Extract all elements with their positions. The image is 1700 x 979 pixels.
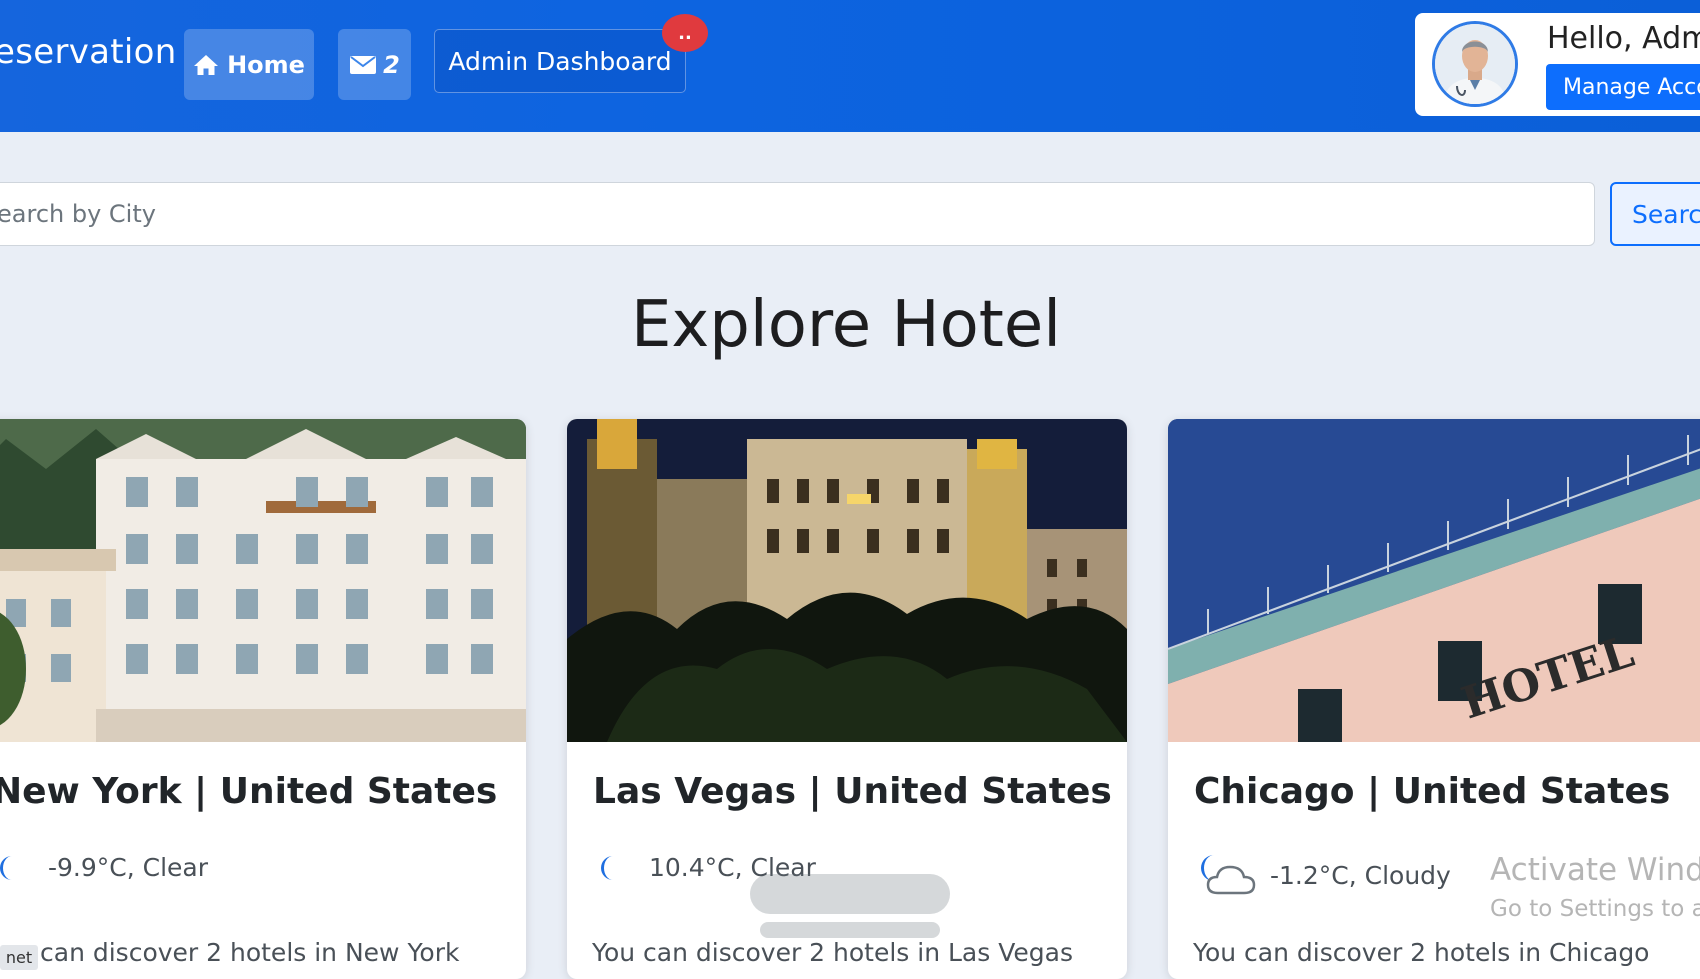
weather-info: -1.2°C, Cloudy (1198, 853, 1451, 897)
brand-title[interactable]: eservation (0, 32, 177, 72)
card-title: Las Vegas | United States (593, 771, 1112, 812)
notification-badge: .. (662, 14, 708, 52)
envelope-icon (350, 55, 377, 74)
manage-account-button[interactable]: Manage Acco (1546, 64, 1700, 110)
page-title: Explore Hotel (630, 288, 1062, 362)
weather-text: -9.9°C, Clear (48, 853, 209, 882)
city-search-input[interactable] (0, 182, 1595, 246)
hotel-image: HOTEL (1168, 419, 1700, 742)
moon-icon (0, 855, 12, 880)
cloudy-night-icon (1201, 855, 1256, 895)
home-icon (194, 54, 219, 75)
doctor-avatar-icon (1435, 24, 1515, 104)
hotel-image (567, 419, 1127, 742)
card-title: Chicago | United States (1194, 771, 1671, 812)
weather-info: -9.9°C, Clear (0, 853, 208, 882)
home-button[interactable]: Home (184, 29, 314, 100)
tag-badge: net (0, 945, 38, 970)
user-greeting: Hello, Adm (1547, 21, 1700, 56)
admin-dashboard-button[interactable]: Admin Dashboard (434, 29, 686, 93)
activate-windows-subtitle: Go to Settings to ac (1490, 896, 1700, 922)
card-discover-text: You can discover 2 hotels in Chicago (1193, 938, 1650, 967)
moon-icon (601, 855, 613, 880)
hotel-card-new-york[interactable]: New York | United States -9.9°C, Clear (0, 419, 526, 979)
navbar: eservation Home 2 Admin Dashboard .. Hel… (0, 0, 1700, 132)
home-label: Home (227, 50, 305, 79)
search-button[interactable]: Search (1610, 182, 1700, 246)
messages-button[interactable]: 2 (338, 29, 411, 100)
message-count: 2 (383, 50, 400, 79)
activate-windows-title: Activate Windo (1490, 852, 1700, 888)
card-title: New York | United States (0, 771, 498, 812)
weather-text: -1.2°C, Cloudy (1270, 860, 1451, 890)
avatar[interactable] (1432, 21, 1518, 107)
admin-dashboard-label: Admin Dashboard (448, 46, 672, 76)
user-card: Hello, Adm Manage Acco (1415, 13, 1700, 116)
hotel-image (0, 419, 526, 742)
card-discover-text: can discover 2 hotels in New York (40, 938, 460, 967)
watermark-logo-icon (750, 874, 950, 938)
hotel-card-chicago[interactable]: HOTEL Chicago | United States -1.2°C, Cl… (1168, 419, 1700, 979)
